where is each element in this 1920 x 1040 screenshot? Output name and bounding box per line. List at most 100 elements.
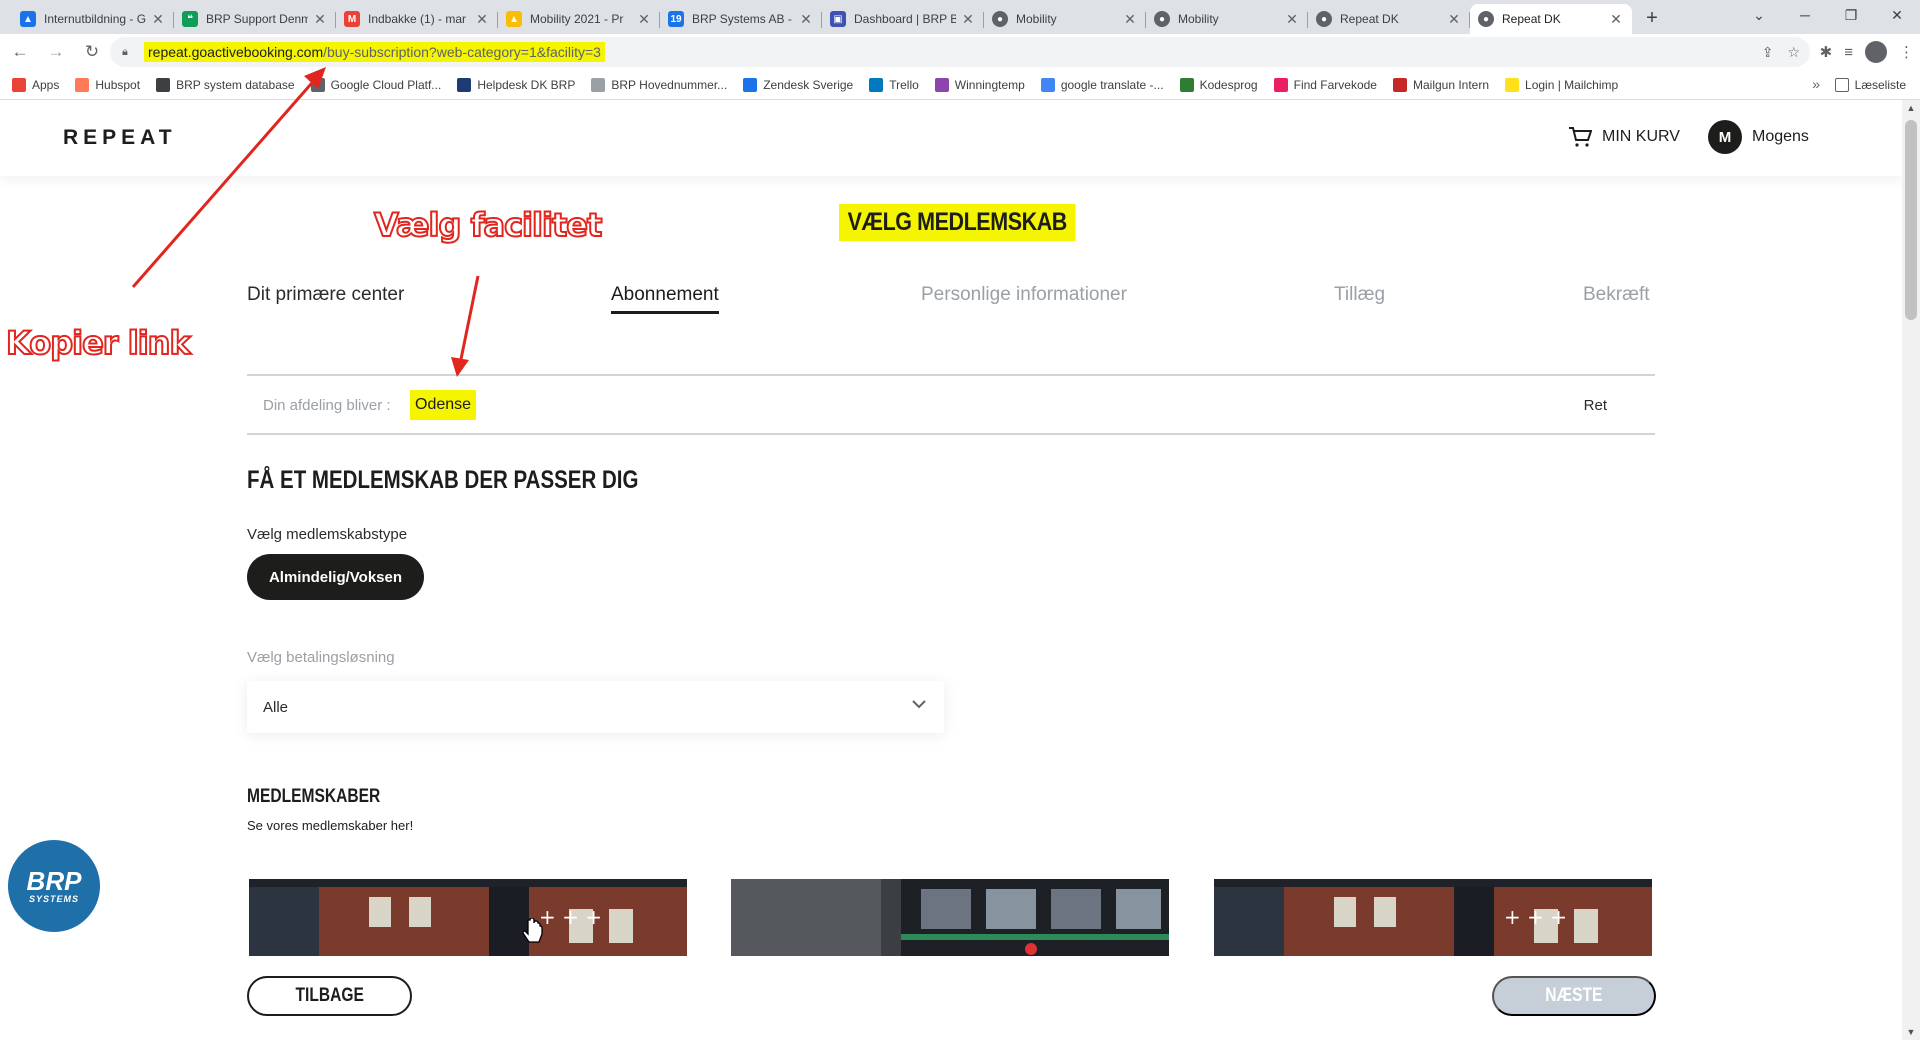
next-button-label: NÆSTE: [1545, 985, 1603, 1006]
share-icon[interactable]: ⇪: [1762, 44, 1774, 61]
menu-icon[interactable]: ⋮: [1899, 43, 1914, 61]
facility-edit-link[interactable]: Ret: [1584, 397, 1607, 414]
payment-selected-value: Alle: [263, 698, 289, 716]
page-scrollbar[interactable]: ▲ ▼: [1902, 100, 1920, 1040]
bookmark-item[interactable]: Apps: [12, 77, 59, 92]
tab-title: BRP Support Denmark: [206, 12, 308, 26]
bookmark-item[interactable]: google translate -...: [1040, 77, 1164, 92]
bookmark-item[interactable]: Login | Mailchimp: [1505, 77, 1619, 92]
browser-tab[interactable]: ▲ Internutbildning - G ✕: [12, 4, 174, 34]
bookmark-item[interactable]: Trello: [869, 77, 919, 92]
bookmark-label: Zendesk Sverige: [763, 77, 854, 92]
memberships-title: MEDLEMSKABER: [247, 786, 381, 807]
restore-icon[interactable]: ❐: [1828, 0, 1874, 30]
step-primary-center[interactable]: Dit primære center: [247, 284, 404, 306]
membership-type-pill[interactable]: Almindelig/Voksen: [247, 554, 424, 600]
next-button[interactable]: NÆSTE: [1492, 976, 1656, 1016]
browser-tab[interactable]: ● Mobility ✕: [1146, 4, 1308, 34]
window-controls: ⌄ ─ ❐ ✕: [1736, 0, 1920, 34]
bookmark-star-icon[interactable]: ☆: [1787, 44, 1800, 61]
close-icon[interactable]: ✕: [474, 11, 490, 27]
site-header: REPEAT MIN KURV M Mogens: [0, 100, 1902, 176]
calendar-icon: 19: [668, 11, 684, 27]
browser-tab[interactable]: M Indbakke (1) - mar ✕: [336, 4, 498, 34]
close-icon[interactable]: ✕: [150, 11, 166, 27]
bookmark-item[interactable]: Winningtemp: [934, 77, 1025, 92]
media-icon[interactable]: ≡: [1844, 44, 1853, 61]
membership-card[interactable]: [731, 879, 1169, 959]
bookmark-item[interactable]: Hubspot: [75, 77, 140, 92]
url-text[interactable]: repeat.goactivebooking.com/buy-subscript…: [144, 42, 605, 62]
site-icon: ●: [992, 11, 1008, 27]
forward-arrow-icon[interactable]: →: [40, 38, 72, 66]
back-arrow-icon[interactable]: ←: [4, 38, 36, 66]
membership-card[interactable]: + + +: [249, 879, 687, 959]
drive-icon: ▲: [20, 11, 36, 27]
bookmarks-overflow-icon[interactable]: »: [1812, 76, 1820, 92]
new-tab-button[interactable]: +: [1638, 4, 1666, 32]
browser-tab[interactable]: ● Repeat DK ✕: [1308, 4, 1470, 34]
tab-title: Indbakke (1) - mar: [368, 12, 467, 26]
extensions-icon[interactable]: ✱: [1820, 43, 1833, 61]
membership-card[interactable]: + + +: [1214, 879, 1652, 959]
bookmark-item[interactable]: Google Cloud Platf...: [310, 77, 441, 92]
close-window-icon[interactable]: ✕: [1874, 0, 1920, 30]
scroll-down-icon[interactable]: ▼: [1902, 1024, 1920, 1040]
close-icon[interactable]: ✕: [1608, 11, 1624, 27]
bookmark-label: Login | Mailchimp: [1525, 77, 1619, 92]
close-icon[interactable]: ✕: [798, 11, 814, 27]
cart-link[interactable]: MIN KURV: [1568, 126, 1680, 148]
user-menu[interactable]: M Mogens: [1708, 120, 1809, 154]
profile-avatar-icon[interactable]: [1865, 41, 1887, 63]
tab-title: Repeat DK: [1340, 12, 1399, 26]
bookmark-item[interactable]: Helpdesk DK BRP: [457, 77, 575, 92]
browser-tab[interactable]: 19 BRP Systems AB - ✕: [660, 4, 822, 34]
tab-title: Repeat DK: [1502, 12, 1561, 26]
repeat-logo[interactable]: REPEAT: [63, 126, 177, 150]
close-icon[interactable]: ✕: [1122, 11, 1138, 27]
bookmark-icon: [743, 77, 758, 92]
browser-tab[interactable]: ▣ Dashboard | BRP B ✕: [822, 4, 984, 34]
address-bar[interactable]: 🔒︎ repeat.goactivebooking.com/buy-subscr…: [110, 37, 1810, 67]
tab-title: BRP Systems AB -: [692, 12, 792, 26]
browser-toolbar: ← → ↻ 🔒︎ repeat.goactivebooking.com/buy-…: [0, 34, 1920, 70]
browser-tab-active[interactable]: ● Repeat DK ✕: [1470, 4, 1632, 34]
bookmark-item[interactable]: BRP Hovednummer...: [591, 77, 727, 92]
close-icon[interactable]: ✕: [960, 11, 976, 27]
bookmark-icon: [457, 77, 472, 92]
facility-label: Din afdeling bliver :: [263, 397, 391, 414]
scroll-up-icon[interactable]: ▲: [1902, 100, 1920, 116]
bookmark-label: Winningtemp: [954, 77, 1025, 92]
bookmark-icon: [1179, 77, 1194, 92]
bookmark-item[interactable]: Kodesprog: [1179, 77, 1258, 92]
bookmark-label: Trello: [889, 77, 919, 92]
close-icon[interactable]: ✕: [312, 11, 328, 27]
bookmark-item[interactable]: Mailgun Intern: [1392, 77, 1489, 92]
bookmark-item[interactable]: BRP system database: [156, 77, 295, 92]
scroll-thumb[interactable]: [1905, 120, 1917, 320]
bookmark-item[interactable]: Zendesk Sverige: [743, 77, 854, 92]
lock-icon[interactable]: 🔒︎: [122, 46, 134, 58]
bookmark-item[interactable]: Find Farvekode: [1273, 77, 1377, 92]
bookmark-icon: [156, 77, 171, 92]
payment-select[interactable]: Alle: [247, 681, 944, 733]
browser-tab[interactable]: ❝ BRP Support Denmark ✕: [174, 4, 336, 34]
tab-search-icon[interactable]: ⌄: [1736, 0, 1782, 30]
step-personal-info: Personlige informationer: [921, 284, 1127, 305]
close-icon[interactable]: ✕: [1284, 11, 1300, 27]
bookmark-icon: [75, 77, 90, 92]
avatar: M: [1708, 120, 1742, 154]
toolbar-actions: ✱ ≡ ⋮: [1820, 38, 1914, 66]
back-button[interactable]: TILBAGE: [247, 976, 412, 1016]
back-button-label: TILBAGE: [295, 985, 364, 1006]
reading-list-button[interactable]: Læseliste: [1834, 78, 1906, 92]
close-icon[interactable]: ✕: [636, 11, 652, 27]
step-subscription[interactable]: Abonnement: [611, 284, 719, 314]
close-icon[interactable]: ✕: [1446, 11, 1462, 27]
footer-bar: TILBAGE NÆSTE: [0, 956, 1902, 1040]
browser-tab[interactable]: ▲ Mobility 2021 - Pr ✕: [498, 4, 660, 34]
svg-text:+ + +: + + +: [1504, 905, 1567, 929]
minimize-icon[interactable]: ─: [1782, 0, 1828, 30]
reload-icon[interactable]: ↻: [76, 38, 108, 66]
browser-tab[interactable]: ● Mobility ✕: [984, 4, 1146, 34]
